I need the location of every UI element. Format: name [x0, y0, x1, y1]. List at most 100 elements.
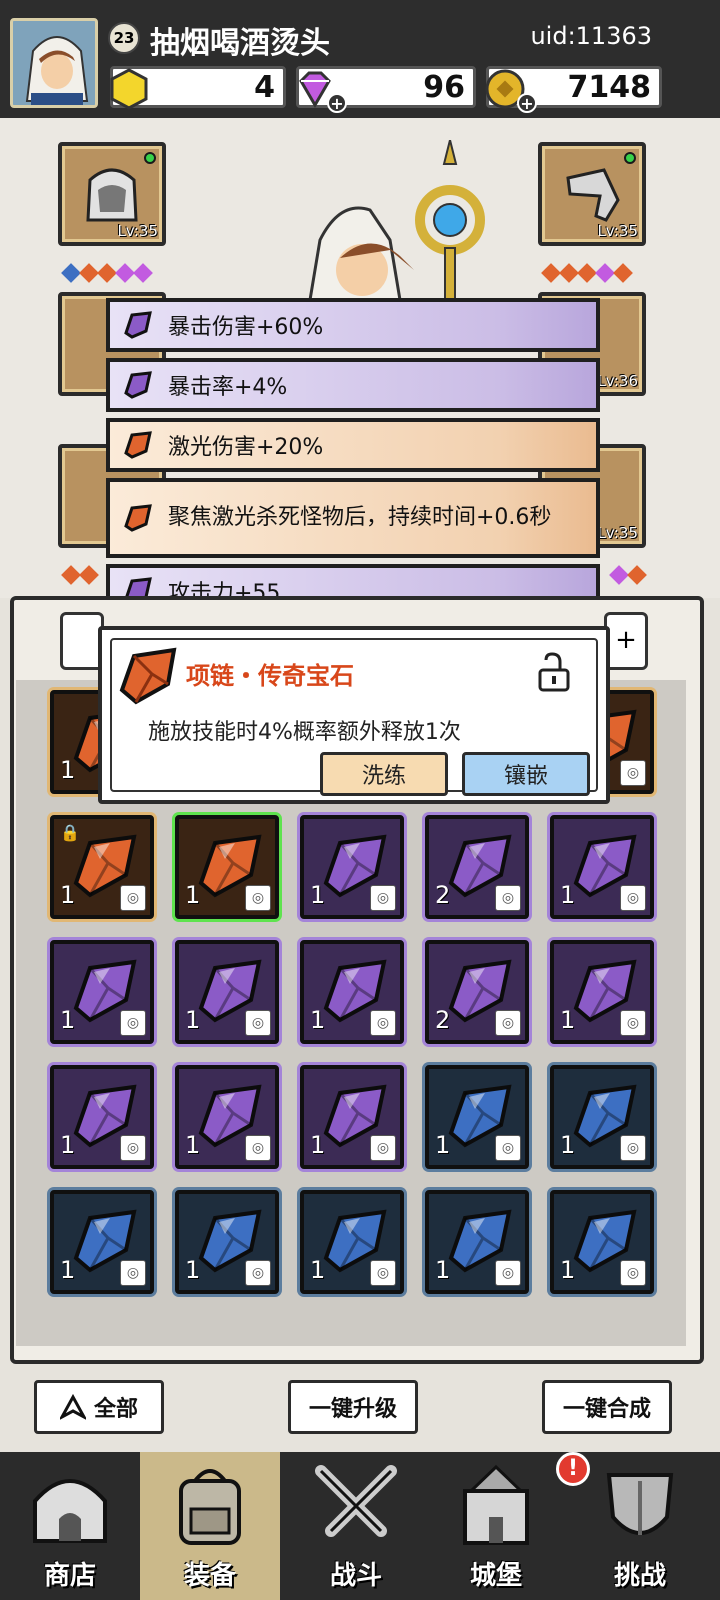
upgrade-all-button[interactable]: 一键升级 — [288, 1380, 418, 1434]
gem-count: 1 — [310, 1131, 326, 1159]
player-uid: uid:11363 — [530, 22, 652, 50]
purple-gem-icon — [124, 371, 152, 399]
gem-slot[interactable]: 1◎ — [550, 815, 654, 919]
gem-slot[interactable]: 1◎ — [425, 1065, 529, 1169]
gem-slot[interactable]: 1◎ — [50, 940, 154, 1044]
slot-socket-row — [61, 263, 153, 283]
coin-counter[interactable]: + 7148 — [485, 66, 662, 113]
slot-type-icon: ◎ — [370, 1010, 396, 1036]
slot-socket-row — [609, 565, 647, 585]
lock-icon: 🔒 — [60, 823, 80, 842]
gem-slot[interactable]: 1◎ — [175, 815, 279, 919]
slot-type-icon: ◎ — [370, 1260, 396, 1286]
socket-icon — [61, 565, 81, 585]
nav-shop-label: 商店 — [43, 1561, 96, 1591]
socket-icon — [541, 263, 561, 283]
equip-slot-arm[interactable]: Lv:35 — [538, 142, 646, 246]
nav-battle-label: 战斗 — [329, 1561, 382, 1591]
gem-slot[interactable]: 1◎ — [300, 1065, 404, 1169]
gem-slot[interactable]: 1◎ — [175, 940, 279, 1044]
orange-gem-icon — [124, 504, 152, 532]
gem-slot[interactable]: 1◎ — [50, 1190, 154, 1294]
nav-battle[interactable]: 战斗 — [286, 1452, 426, 1600]
gem-count: 1 — [60, 756, 76, 784]
status-dot — [144, 152, 156, 164]
diamond-value: 96 — [423, 69, 465, 105]
gem-count: 1 — [310, 881, 326, 909]
socket-icon — [559, 263, 579, 283]
unlock-icon[interactable] — [534, 652, 574, 692]
gem-detail-popup: 项链・传奇宝石 施放技能时4%概率额外释放1次 洗练 镶嵌 — [98, 626, 610, 804]
add-coin-icon[interactable]: + — [517, 93, 537, 113]
gem-slot[interactable]: 1◎ — [425, 1190, 529, 1294]
status-dot — [624, 152, 636, 164]
equip-slot-helmet[interactable]: Lv:35 — [58, 142, 166, 246]
gem-count: 1 — [560, 881, 576, 909]
gem-count: 1 — [560, 1256, 576, 1284]
slot-type-icon: ◎ — [495, 1260, 521, 1286]
player-avatar[interactable] — [10, 18, 98, 108]
inlay-button[interactable]: 镶嵌 — [462, 752, 590, 796]
gem-slot[interactable]: 1◎ — [175, 1190, 279, 1294]
slot-level: Lv:36 — [597, 372, 638, 390]
header-bar: 23 抽烟喝酒烫头 uid:11363 4 + 96 + 7148 — [0, 0, 720, 118]
gem-count: 1 — [60, 1131, 76, 1159]
merge-all-button[interactable]: 一键合成 — [542, 1380, 672, 1434]
add-diamond-icon[interactable]: + — [327, 93, 347, 113]
gem-slot[interactable]: 1◎ — [300, 1190, 404, 1294]
slot-type-icon: ◎ — [120, 1010, 146, 1036]
stat-row: 暴击伤害+60% — [106, 298, 600, 352]
gem-count: 1 — [435, 1131, 451, 1159]
socket-icon — [577, 263, 597, 283]
slot-type-icon: ◎ — [245, 1135, 271, 1161]
slot-type-icon: ◎ — [495, 1135, 521, 1161]
slot-type-icon: ◎ — [120, 885, 146, 911]
coin-value: 7148 — [567, 69, 652, 105]
nav-challenge[interactable]: 挑战 — [570, 1452, 710, 1600]
player-name: 抽烟喝酒烫头 — [150, 26, 330, 61]
gem-slot[interactable]: 1◎ — [550, 1065, 654, 1169]
gem-count: 1 — [310, 1256, 326, 1284]
helmet-icon — [86, 168, 138, 222]
gem-slot[interactable]: 2 ◎ — [425, 940, 529, 1044]
refine-button[interactable]: 洗练 — [320, 752, 448, 796]
slot-type-icon: ◎ — [620, 1135, 646, 1161]
purple-gem-icon — [124, 311, 152, 339]
gem-slot[interactable]: 1 ◎ 🔒 — [50, 815, 154, 919]
nav-castle[interactable]: 城堡 — [426, 1452, 566, 1600]
gem-slot[interactable]: 2 ◎ — [425, 815, 529, 919]
gem-count: 2 — [435, 1006, 451, 1034]
stat-text: 聚焦激光杀死怪物后，持续时间+0.6秒 — [168, 505, 552, 530]
gem-slot[interactable]: 1◎ — [550, 1190, 654, 1294]
slot-type-icon: ◎ — [620, 760, 646, 786]
gem-count: 1 — [60, 881, 76, 909]
orange-gem-icon — [124, 431, 152, 459]
nav-challenge-label: 挑战 — [613, 1561, 666, 1591]
nav-castle-label: 城堡 — [469, 1561, 522, 1591]
nav-shop[interactable]: 商店 — [0, 1452, 140, 1600]
gem-count: 1 — [60, 1006, 76, 1034]
slot-type-icon: ◎ — [495, 885, 521, 911]
gem-slot[interactable]: 1◎ — [50, 1065, 154, 1169]
filter-all-button[interactable]: 全部 — [34, 1380, 164, 1434]
filter-all-label: 全部 — [93, 1397, 138, 1422]
filter-tab-right[interactable]: + — [604, 612, 648, 670]
nav-equip[interactable]: 装备 — [140, 1452, 280, 1600]
gem-slot[interactable]: 1◎ — [300, 940, 404, 1044]
slot-type-icon: ◎ — [120, 1135, 146, 1161]
gem-count: 2 — [435, 881, 451, 909]
slot-type-icon: ◎ — [620, 885, 646, 911]
gem-slot[interactable]: 1◎ — [300, 815, 404, 919]
gold-gem-counter: 4 — [110, 66, 286, 110]
gem-count: 1 — [435, 1256, 451, 1284]
diamond-counter[interactable]: + 96 — [296, 66, 476, 113]
gem-count: 1 — [185, 881, 201, 909]
gem-slot[interactable]: 1◎ — [175, 1065, 279, 1169]
gem-count: 1 — [185, 1131, 201, 1159]
socket-icon — [595, 263, 615, 283]
stat-row: 聚焦激光杀死怪物后，持续时间+0.6秒 — [106, 478, 600, 558]
gem-count: 1 — [60, 1256, 76, 1284]
popup-description: 施放技能时4%概率额外释放1次 — [148, 720, 461, 745]
slot-level: Lv:35 — [117, 222, 158, 240]
gem-slot[interactable]: 1◎ — [550, 940, 654, 1044]
